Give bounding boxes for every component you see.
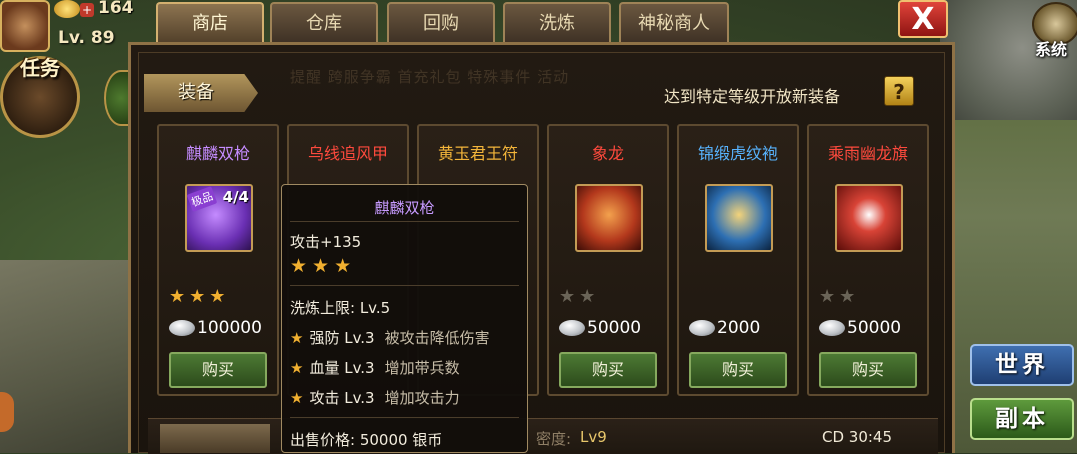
category-tag-equipment[interactable]: 装备 <box>144 74 258 112</box>
item-name: 乘雨幽龙旗 <box>827 144 908 163</box>
tier-badge: 极品 <box>186 186 218 212</box>
dungeon-button[interactable]: 副本 <box>970 398 1074 440</box>
gold-amount: 164 <box>98 0 134 18</box>
side-event-icon[interactable] <box>0 392 14 432</box>
tab-shop[interactable]: 商店 <box>156 2 264 42</box>
star-icon: ★ <box>290 389 304 407</box>
task-label: 任务 <box>20 56 60 80</box>
tab-buyback[interactable]: 回购 <box>387 2 495 42</box>
silver-ingot-icon <box>819 320 845 336</box>
skill-desc: 被攻击降低伤害 <box>384 329 490 347</box>
item-name: 麒麟双枪 <box>185 144 250 163</box>
star-icon: ★ <box>290 359 304 377</box>
player-level: Lv. 89 <box>58 28 115 48</box>
gold-coin-icon <box>54 0 80 18</box>
horse-icon[interactable] <box>575 184 643 252</box>
item-stars: ★★ <box>559 286 600 307</box>
price-row: 2000 <box>689 318 793 342</box>
tooltip-divider <box>290 221 519 222</box>
twin-spear-icon[interactable]: 极品 4/4 <box>185 184 253 252</box>
item-price: 2000 <box>717 318 761 338</box>
silver-ingot-icon <box>559 320 585 336</box>
price-row: 100000 <box>169 318 273 342</box>
silver-ingot-icon <box>689 320 715 336</box>
skill-name: 血量 Lv.3 <box>309 359 375 377</box>
tab-warehouse[interactable]: 仓库 <box>270 2 378 42</box>
background-wall <box>0 260 140 453</box>
tooltip-skill: ★ 攻击 Lv.3 增加攻击力 <box>290 387 460 407</box>
item-name: 乌线追风甲 <box>307 144 388 163</box>
buy-button[interactable]: 购买 <box>559 352 657 388</box>
item-price: 100000 <box>197 318 262 338</box>
tooltip-attack: 攻击+135 <box>290 233 362 251</box>
price-row: 50000 <box>819 318 923 342</box>
item-card[interactable]: 象龙 ★★ 50000 购买 <box>547 124 669 396</box>
buy-button[interactable]: 购买 <box>169 352 267 388</box>
tooltip-skill: ★ 强防 Lv.3 被攻击降低伤害 <box>290 327 490 347</box>
unlock-tip: 达到特定等级开放新装备 <box>664 87 841 106</box>
item-card[interactable]: 乘雨幽龙旗 ★★ 50000 购买 <box>807 124 929 396</box>
silver-ingot-icon <box>169 320 195 336</box>
item-name: 象龙 <box>591 144 624 163</box>
tooltip-refine-limit: 洗炼上限: Lv.5 <box>290 299 391 317</box>
item-stars: ★★★ <box>169 286 230 307</box>
item-name: 黄玉君王符 <box>437 144 518 163</box>
player-avatar[interactable] <box>0 0 50 52</box>
system-label: 系统 <box>1035 40 1068 59</box>
density-label: 密度: <box>536 430 572 448</box>
tooltip-divider <box>290 285 519 286</box>
help-button[interactable]: ? <box>884 76 914 106</box>
item-stars: ★★ <box>819 286 860 307</box>
tooltip-skill: ★ 血量 Lv.3 增加带兵数 <box>290 357 460 377</box>
tab-mystery-merchant[interactable]: 神秘商人 <box>619 2 729 42</box>
item-tooltip: 麒麟双枪 攻击+135 ★★★ 洗炼上限: Lv.5 ★ 强防 Lv.3 被攻击降低… <box>281 184 528 453</box>
skill-name: 强防 Lv.3 <box>309 329 375 347</box>
tooltip-stars: ★★★ <box>290 255 357 277</box>
background-menu-text: 提醒 跨服争霸 首充礼包 特殊事件 活动 <box>290 68 570 86</box>
close-button[interactable]: X <box>898 0 948 38</box>
item-card[interactable]: 麒麟双枪 极品 4/4 ★★★ 100000 购买 <box>157 124 279 396</box>
price-row: 50000 <box>559 318 663 342</box>
tooltip-title: 麒麟双枪 <box>374 199 435 217</box>
density-value: Lv9 <box>580 428 607 446</box>
war-flag-icon[interactable] <box>835 184 903 252</box>
building-thumbnail[interactable] <box>160 424 270 453</box>
skill-desc: 增加带兵数 <box>384 359 460 377</box>
add-gold-button[interactable]: + <box>80 3 94 17</box>
item-price: 50000 <box>587 318 642 338</box>
tab-refine[interactable]: 洗炼 <box>503 2 611 42</box>
world-button[interactable]: 世界 <box>970 344 1074 386</box>
buy-button[interactable]: 购买 <box>689 352 787 388</box>
robe-icon[interactable] <box>705 184 773 252</box>
item-card[interactable]: 锦缎虎纹袍 2000 购买 <box>677 124 799 396</box>
cooldown-timer: CD 30:45 <box>822 428 893 446</box>
star-icon: ★ <box>290 329 304 347</box>
item-name: 锦缎虎纹袍 <box>697 144 778 163</box>
skill-name: 攻击 Lv.3 <box>309 389 375 407</box>
stack-count: 4/4 <box>222 188 249 206</box>
item-price: 50000 <box>847 318 902 338</box>
tooltip-divider <box>290 417 519 418</box>
tooltip-sell-price: 出售价格: 50000 银币 <box>290 431 443 449</box>
skill-desc: 增加攻击力 <box>384 389 460 407</box>
buy-button[interactable]: 购买 <box>819 352 917 388</box>
